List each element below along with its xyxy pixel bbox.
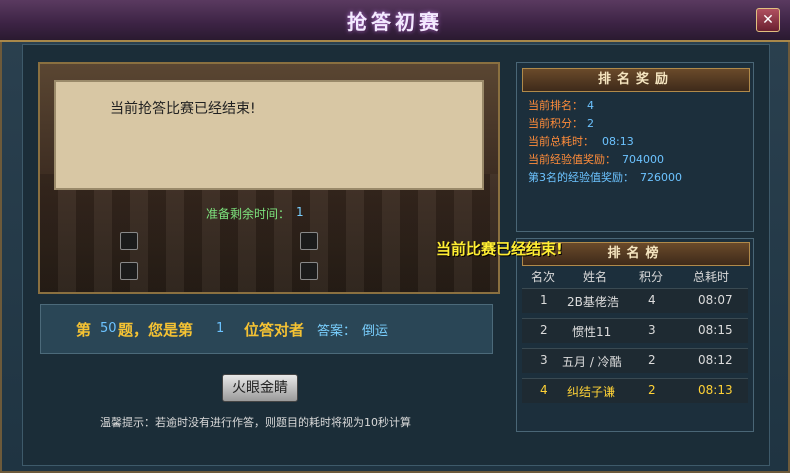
col-time: 总耗时 (693, 270, 730, 284)
question-number: 50 (100, 321, 117, 336)
tip-text: 温馨提示：若逾时没有进行作答，则题目的耗时将视为10秒计算 (100, 416, 411, 429)
skill-button[interactable]: 火眼金睛 (222, 374, 298, 402)
answer-option-c[interactable] (120, 262, 138, 280)
result-end: 位答对者 (244, 321, 305, 339)
answer-rank: 1 (216, 321, 225, 336)
close-button[interactable]: ✕ (756, 8, 780, 32)
leaderboard-row-self: 4 纠结子谦 2 08:13 (522, 378, 748, 403)
stage-background (40, 174, 498, 292)
window-title: 抢答初赛 (347, 10, 443, 34)
result-mid: 题，您是第 (118, 321, 194, 339)
leaderboard-row: 3 五月 / 冷酷 2 08:12 (522, 348, 748, 373)
answer-option-d[interactable] (300, 262, 318, 280)
result-di: 第 (76, 321, 92, 339)
answer-value: 倒运 (362, 324, 389, 339)
question-text: 当前抢答比赛已经结束! (110, 101, 256, 117)
reward-row-third-exp: 第3名的经验值奖励： 726000 (528, 171, 682, 184)
answer-option-a[interactable] (120, 232, 138, 250)
reward-header: 排名奖励 (522, 68, 750, 92)
leaderboard-row: 1 2B基佬浩 4 08:07 (522, 288, 748, 313)
reward-row-rank: 当前排名： 4 (528, 99, 594, 112)
col-rank: 名次 (531, 270, 556, 284)
answer-label: 答案： (317, 324, 357, 339)
col-name: 姓名 (583, 270, 608, 284)
question-box (54, 80, 484, 190)
reward-row-score: 当前积分： 2 (528, 117, 594, 130)
reward-row-time: 当前总耗时： 08:13 (528, 135, 634, 148)
reward-row-exp: 当前经验值奖励： 704000 (528, 153, 664, 166)
timer-label: 准备剩余时间： (206, 207, 291, 221)
col-score: 积分 (639, 270, 664, 284)
leaderboard-row: 2 惯性11 3 08:15 (522, 318, 748, 343)
match-ended-announcement: 当前比赛已经结束! (436, 240, 563, 258)
timer-value: 1 (296, 205, 304, 219)
answer-option-b[interactable] (300, 232, 318, 250)
